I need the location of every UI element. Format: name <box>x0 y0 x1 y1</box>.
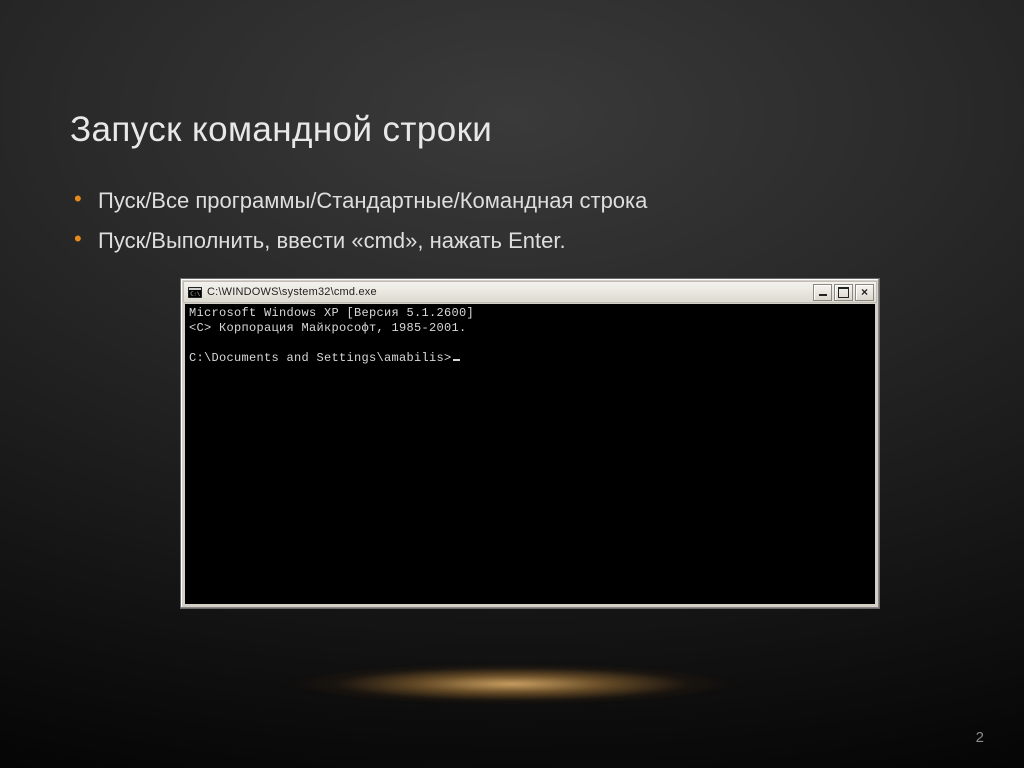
cmd-titlebar: C:\ C:\WINDOWS\system32\cmd.exe × <box>183 281 877 303</box>
cmd-icon: C:\ <box>188 286 202 299</box>
page-number: 2 <box>976 729 984 746</box>
cmd-terminal[interactable]: Microsoft Windows XP [Версия 5.1.2600] <… <box>185 304 875 604</box>
terminal-line: Microsoft Windows XP [Версия 5.1.2600] <box>189 306 474 320</box>
decorative-glow <box>0 678 1024 682</box>
terminal-prompt: C:\Documents and Settings\amabilis> <box>189 351 452 365</box>
presentation-slide: Запуск командной строки Пуск/Все програм… <box>0 0 1024 768</box>
bullet-item: Пуск/Все программы/Стандартные/Командная… <box>74 184 954 218</box>
close-button[interactable]: × <box>855 284 874 301</box>
bullet-item: Пуск/Выполнить, ввести «cmd», нажать Ent… <box>74 224 954 258</box>
maximize-button[interactable] <box>834 284 853 301</box>
svg-text:C:\: C:\ <box>190 291 200 297</box>
slide-title: Запуск командной строки <box>70 110 954 150</box>
bullet-list: Пуск/Все программы/Стандартные/Командная… <box>70 184 954 258</box>
minimize-button[interactable] <box>813 284 832 301</box>
cmd-title-text: C:\WINDOWS\system32\cmd.exe <box>207 286 813 298</box>
cmd-window: C:\ C:\WINDOWS\system32\cmd.exe × Micros… <box>180 278 880 609</box>
window-controls: × <box>813 284 874 301</box>
cursor-icon <box>453 359 460 361</box>
terminal-line: <C> Корпорация Майкрософт, 1985-2001. <box>189 321 467 335</box>
